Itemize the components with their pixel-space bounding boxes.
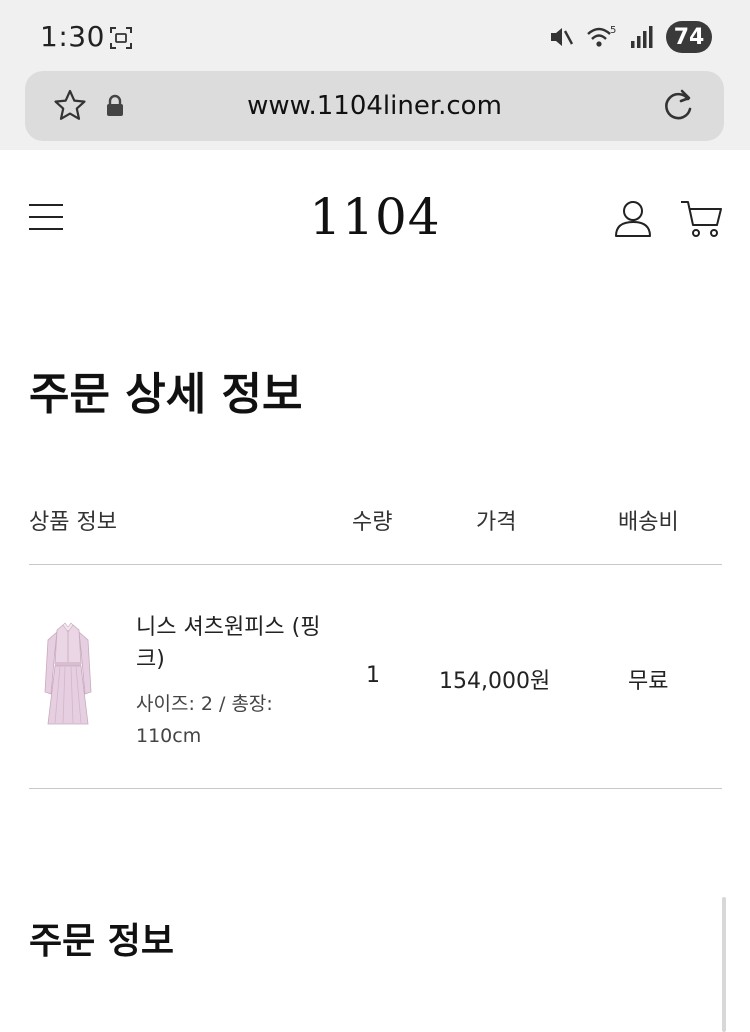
signal-icon bbox=[631, 26, 653, 48]
section-title-order-info: 주문 정보 bbox=[29, 920, 175, 962]
scrollbar[interactable] bbox=[722, 897, 726, 1032]
url-bar[interactable]: www.1104liner.com bbox=[25, 71, 724, 141]
reload-icon[interactable] bbox=[660, 87, 696, 125]
product-option: 사이즈: 2 / 총장: 110cm bbox=[136, 693, 273, 747]
product-name[interactable]: 니스 셔츠원피스 (핑크) bbox=[136, 612, 326, 676]
status-icons: 5 74 bbox=[548, 20, 712, 54]
header-shipping: 배송비 bbox=[618, 510, 679, 535]
status-time: 1:30 bbox=[40, 20, 105, 53]
wifi-icon: 5 bbox=[587, 25, 616, 47]
network-label: 5 bbox=[610, 25, 616, 36]
product-quantity: 1 bbox=[366, 663, 380, 688]
page-title: 주문 상세 정보 bbox=[29, 369, 303, 420]
browser-chrome: 1:30 5 74 www.1104liner.com bbox=[0, 0, 750, 150]
product-shipping: 무료 bbox=[628, 669, 669, 694]
product-price: 154,000원 bbox=[439, 669, 551, 694]
cart-icon[interactable] bbox=[680, 199, 724, 239]
header-quantity: 수량 bbox=[352, 510, 393, 535]
header-product: 상품 정보 bbox=[29, 510, 117, 535]
header-price: 가격 bbox=[476, 510, 517, 535]
table-divider bbox=[29, 564, 722, 565]
table-divider bbox=[29, 788, 722, 789]
user-icon[interactable] bbox=[614, 199, 652, 237]
battery-badge: 74 bbox=[666, 21, 712, 53]
screenshot-icon bbox=[110, 27, 132, 49]
url-text[interactable]: www.1104liner.com bbox=[25, 91, 724, 121]
mute-icon bbox=[551, 28, 574, 46]
product-thumbnail[interactable] bbox=[42, 620, 94, 730]
